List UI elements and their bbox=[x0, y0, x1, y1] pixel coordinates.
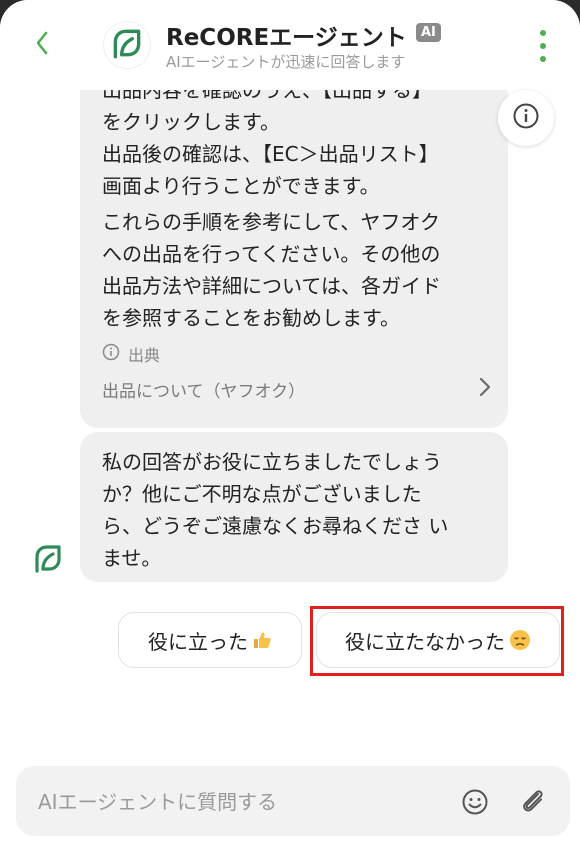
source-label: 出典 bbox=[128, 346, 161, 365]
selection-highlight bbox=[310, 606, 564, 676]
more-vertical-icon[interactable] bbox=[536, 30, 550, 62]
message-input[interactable] bbox=[36, 766, 460, 838]
leaf-logo-icon bbox=[109, 25, 145, 65]
agent-logo bbox=[104, 22, 150, 68]
info-small-icon bbox=[102, 340, 120, 372]
back-button[interactable] bbox=[28, 28, 56, 62]
agent-message: 出品内容を確認のうえ、【出品する】 をクリックします。 出品後の確認は、【EC＞… bbox=[80, 40, 508, 428]
message-text: これらの手順を参考にして、ヤフオク への出品を行ってください。その他の 出品方法… bbox=[102, 210, 441, 330]
chevron-right-icon bbox=[478, 376, 492, 409]
leaf-logo-icon bbox=[31, 541, 65, 579]
agent-subtitle: AIエージェントが迅速に回答します bbox=[166, 53, 406, 71]
source-link-label: 出品について（ヤフオク） bbox=[102, 382, 306, 402]
message-text: 私の回答がお役に立ちましたでしょう か？他にご不明な点がございました ら、どうぞ… bbox=[102, 450, 449, 570]
info-button[interactable] bbox=[498, 90, 554, 146]
agent-name: ReCOREエージェント bbox=[166, 25, 407, 51]
agent-avatar bbox=[26, 538, 70, 582]
chevron-left-icon bbox=[34, 30, 50, 60]
source-link[interactable]: 出品について（ヤフオク） bbox=[102, 374, 492, 410]
smiley-icon[interactable] bbox=[460, 787, 490, 817]
chat-area[interactable]: 出品内容を確認のうえ、【出品する】 をクリックします。 出品後の確認は、【EC＞… bbox=[0, 0, 580, 760]
source-heading: 出典 bbox=[102, 340, 160, 372]
agent-message: 私の回答がお役に立ちましたでしょう か？他にご不明な点がございました ら、どうぞ… bbox=[80, 432, 508, 582]
thumbs-up-icon bbox=[252, 630, 272, 650]
paperclip-icon[interactable] bbox=[516, 785, 550, 819]
ai-badge: AI bbox=[416, 23, 441, 42]
message-text: 出品内容を確認のうえ、【出品する】 をクリックします。 出品後の確認は、【EC＞… bbox=[102, 78, 439, 198]
chat-header: ReCOREエージェント AI AIエージェントが迅速に回答します bbox=[0, 0, 580, 90]
info-icon bbox=[512, 102, 540, 134]
message-input-bar bbox=[16, 766, 570, 838]
helpful-button[interactable]: 役に立った bbox=[118, 612, 302, 668]
helpful-label: 役に立った bbox=[148, 629, 248, 654]
chat-window: 出品内容を確認のうえ、【出品する】 をクリックします。 出品後の確認は、【EC＞… bbox=[0, 0, 580, 850]
